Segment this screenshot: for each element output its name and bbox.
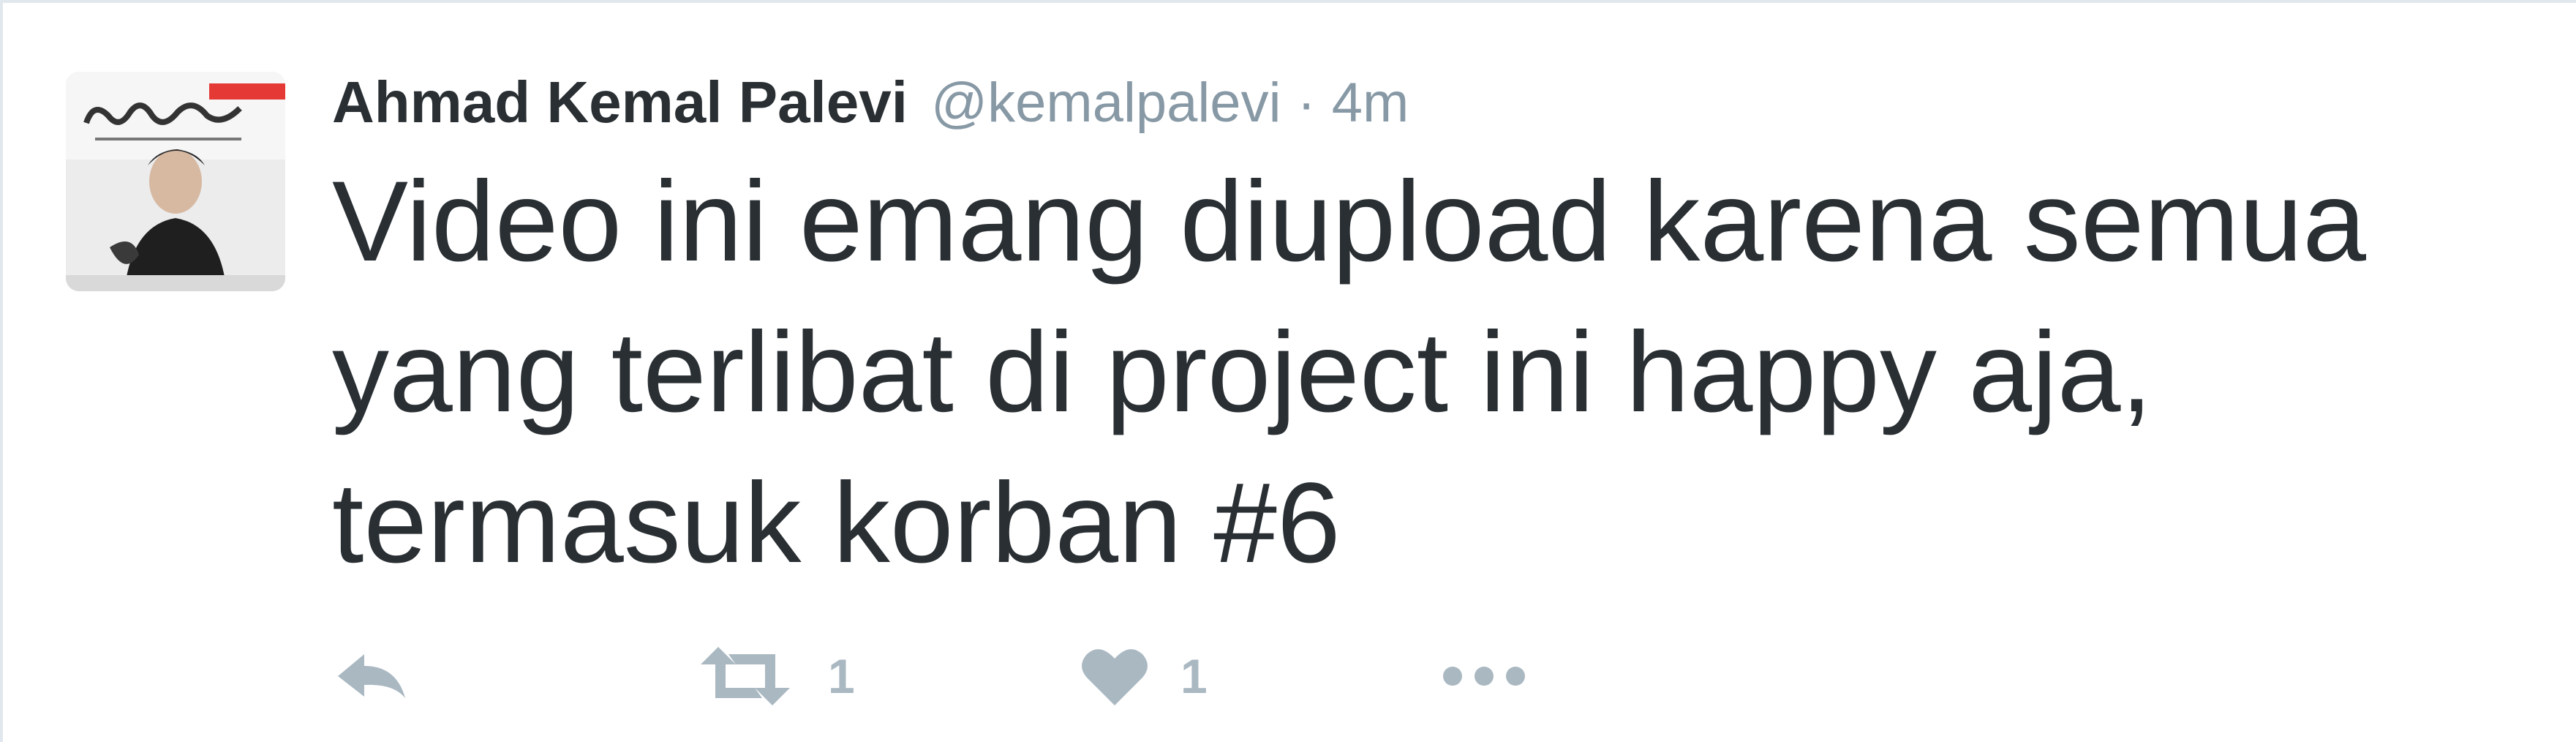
- retweet-count: 1: [828, 649, 855, 703]
- avatar[interactable]: [66, 72, 285, 291]
- tweet-timestamp[interactable]: 4m: [1332, 71, 1409, 135]
- author-username[interactable]: @kemalpalevi: [931, 71, 1281, 135]
- heart-icon: [1082, 649, 1148, 705]
- more-button[interactable]: [1436, 640, 1532, 713]
- tweet-header: Ahmad Kemal Palevi @kemalpalevi · 4m: [332, 67, 1409, 138]
- like-count: 1: [1180, 649, 1208, 703]
- retweet-button[interactable]: 1: [698, 640, 855, 713]
- like-button[interactable]: 1: [1078, 640, 1208, 713]
- tweet-text: Video ini emang diupload karena semua ya…: [332, 158, 2367, 587]
- profile-photo-icon: [66, 72, 285, 291]
- retweet-icon: [701, 647, 790, 705]
- more-icon: [1443, 667, 1525, 686]
- header-separator: ·: [1297, 71, 1316, 134]
- tweet-card: Ahmad Kemal Palevi @kemalpalevi · 4m Vid…: [0, 0, 2576, 742]
- reply-icon: [338, 654, 405, 698]
- author-fullname[interactable]: Ahmad Kemal Palevi: [332, 69, 908, 136]
- reply-button[interactable]: [332, 640, 413, 713]
